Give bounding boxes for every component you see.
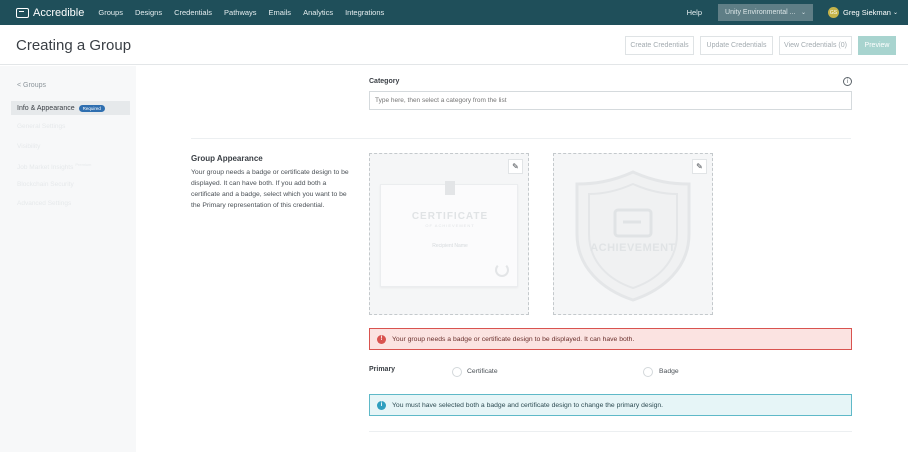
sidebar: < Groups Info & Appearance Required Gene…	[0, 66, 136, 452]
preview-button[interactable]: Preview	[858, 36, 896, 55]
required-badge: Required	[78, 104, 105, 112]
premium-badge: Premium	[75, 162, 92, 167]
certificate-subtitle: OF ACHIEVEMENT	[425, 223, 475, 228]
certificate-title: CERTIFICATE	[411, 211, 489, 222]
user-name: Greg Siekman	[843, 8, 891, 17]
sidebar-item-visibility[interactable]: Visibility	[17, 143, 40, 150]
category-input[interactable]	[369, 91, 852, 110]
brand-name: Accredible	[33, 6, 85, 19]
sidebar-item-blockchain-security[interactable]: Blockchain Security	[17, 181, 74, 188]
section-divider	[191, 138, 851, 139]
certificate-placeholder: CERTIFICATE OF ACHIEVEMENT Recipient Nam…	[380, 181, 518, 287]
certificate-design-slot[interactable]: CERTIFICATE OF ACHIEVEMENT Recipient Nam…	[369, 153, 529, 315]
shield-icon	[575, 170, 691, 302]
avatar: GS	[828, 7, 840, 18]
primary-certificate-radio[interactable]	[452, 367, 462, 377]
chevron-down-icon: ⌄	[892, 10, 898, 16]
primary-certificate-label[interactable]: Certificate	[467, 368, 498, 375]
group-appearance-title: Group Appearance	[191, 154, 263, 163]
sidebar-item-label: Info & Appearance	[17, 104, 75, 112]
back-to-groups-link[interactable]: < Groups	[17, 82, 46, 89]
nav-credentials[interactable]: Credentials	[174, 8, 212, 17]
sidebar-item-general-settings[interactable]: General Settings	[17, 123, 65, 130]
design-required-alert: ! Your group needs a badge or certificat…	[369, 328, 852, 350]
user-menu[interactable]: GS Greg Siekman ⌄	[828, 7, 898, 18]
alert-message: Your group needs a badge or certificate …	[392, 335, 635, 343]
organization-name: Unity Environmental ...	[725, 9, 796, 16]
primary-badge-label[interactable]: Badge	[659, 368, 679, 375]
chevron-down-icon: ⌄	[801, 10, 807, 16]
sidebar-item-job-market-insights[interactable]: Job Market Insights Premium	[17, 162, 91, 171]
primary-badge-radio[interactable]	[643, 367, 653, 377]
update-credentials-button[interactable]: Update Credentials	[700, 36, 773, 55]
edit-certificate-button[interactable]: ✎	[508, 159, 523, 174]
nav-groups[interactable]: Groups	[98, 8, 123, 17]
accredible-logo-icon	[16, 7, 29, 18]
error-icon: !	[377, 334, 386, 344]
create-credentials-button[interactable]: Create Credentials	[625, 36, 694, 55]
info-icon[interactable]: i	[843, 77, 852, 86]
brand-logo[interactable]: Accredible	[16, 7, 84, 19]
pencil-icon: ✎	[696, 162, 703, 171]
nav-integrations[interactable]: Integrations	[345, 8, 384, 17]
sidebar-item-label: Job Market Insights	[17, 164, 74, 172]
section-divider	[369, 431, 852, 432]
category-label: Category	[369, 78, 400, 85]
view-credentials-button[interactable]: View Credentials (0)	[779, 36, 852, 55]
top-navbar: Accredible Groups Designs Credentials Pa…	[0, 0, 908, 25]
group-appearance-description: Your group needs a badge or certificate …	[191, 169, 349, 209]
page-title: Creating a Group	[16, 37, 132, 54]
page-header: Creating a Group Create Credentials Upda…	[0, 25, 908, 65]
organization-select[interactable]: Unity Environmental ... ⌄	[718, 4, 814, 21]
nav-right: Help Unity Environmental ... ⌄ GS Greg S…	[687, 0, 908, 25]
edit-badge-button[interactable]: ✎	[692, 159, 707, 174]
nav-pathways[interactable]: Pathways	[224, 8, 257, 17]
badge-design-slot[interactable]: ACHIEVEMENT ✎	[553, 153, 713, 315]
help-link[interactable]: Help	[687, 8, 702, 17]
seal-icon	[495, 263, 509, 277]
nav-designs[interactable]: Designs	[135, 8, 162, 17]
alert-message: You must have selected both a badge and …	[392, 401, 664, 409]
certificate-recipient: Recipient Name	[432, 243, 468, 249]
sidebar-item-advanced-settings[interactable]: Advanced Settings	[17, 200, 71, 207]
nav-analytics[interactable]: Analytics	[303, 8, 333, 17]
nav-emails[interactable]: Emails	[269, 8, 292, 17]
info-icon: i	[377, 400, 386, 410]
sidebar-item-info-appearance[interactable]: Info & Appearance Required	[11, 101, 130, 115]
primary-design-info-alert: i You must have selected both a badge an…	[369, 394, 852, 416]
ribbon-icon	[445, 181, 455, 195]
pencil-icon: ✎	[512, 162, 519, 171]
primary-label: Primary	[369, 366, 396, 373]
main-nav: Groups Designs Credentials Pathways Emai…	[98, 8, 396, 17]
badge-title: ACHIEVEMENT	[590, 242, 676, 254]
